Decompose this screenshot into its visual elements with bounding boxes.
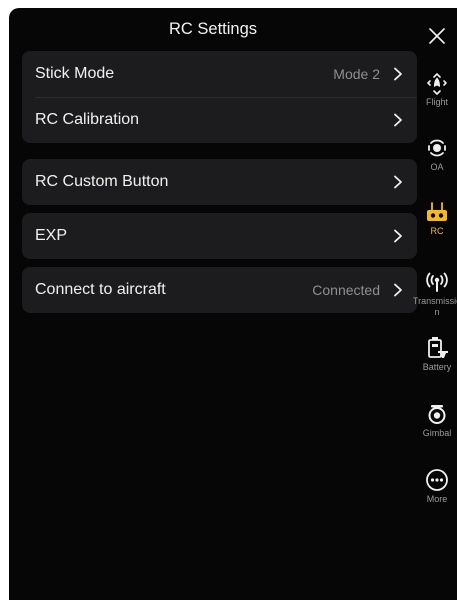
sidebar-label-rc: RC xyxy=(430,226,444,236)
sidebar-item-oa[interactable]: OA xyxy=(417,135,457,173)
chevron-right-icon xyxy=(394,283,402,297)
battery-icon xyxy=(428,337,448,358)
sidebar-item-battery[interactable]: Battery xyxy=(417,335,457,373)
transmission-icon xyxy=(426,272,448,292)
sidebar-item-flight[interactable]: Flight xyxy=(417,70,457,108)
more-icon xyxy=(426,469,448,491)
sidebar-item-rc[interactable]: RC xyxy=(417,199,457,237)
settings-group-exp: EXP xyxy=(22,213,417,259)
sidebar-item-gimbal[interactable]: Gimbal xyxy=(417,401,457,439)
gimbal-icon xyxy=(428,405,446,424)
exp-row[interactable]: EXP xyxy=(22,213,417,259)
connect-to-aircraft-label: Connect to aircraft xyxy=(35,281,166,298)
stick-mode-value: Mode 2 xyxy=(333,66,380,82)
rc-custom-button-row[interactable]: RC Custom Button xyxy=(22,159,417,205)
sidebar-label-oa: OA xyxy=(430,162,444,172)
rc-custom-button-label: RC Custom Button xyxy=(35,173,169,190)
close-button[interactable] xyxy=(417,16,457,56)
close-icon xyxy=(429,28,445,44)
rc-calibration-row[interactable]: RC Calibration xyxy=(22,97,417,143)
stick-mode-row[interactable]: Stick Mode Mode 2 xyxy=(22,51,417,97)
sidebar-label-gimbal: Gimbal xyxy=(422,428,452,438)
settings-group-connect: Connect to aircraft Connected xyxy=(22,267,417,313)
settings-group-stick: Stick Mode Mode 2 RC Calibration xyxy=(22,51,417,143)
sidebar-label-transmission: Transmission xyxy=(412,296,457,317)
chevron-right-icon xyxy=(394,113,402,127)
rc-calibration-label: RC Calibration xyxy=(35,111,140,128)
exp-label: EXP xyxy=(35,227,68,244)
stick-mode-label: Stick Mode xyxy=(35,65,115,82)
flight-icon xyxy=(427,73,447,95)
sidebar-label-more: More xyxy=(426,494,448,504)
connection-status: Connected xyxy=(312,282,380,298)
remote-controller-icon xyxy=(427,202,447,221)
sidebar-label-flight: Flight xyxy=(425,97,448,107)
sidebar-item-more[interactable]: More xyxy=(417,467,457,505)
chevron-right-icon xyxy=(394,229,402,243)
sidebar-item-transmission[interactable]: Transmission xyxy=(413,269,457,318)
settings-group-custom-button: RC Custom Button xyxy=(22,159,417,205)
settings-panel: RC Settings Stick Mode Mode 2 RC Calibra… xyxy=(9,8,457,600)
sidebar-label-battery: Battery xyxy=(422,362,452,372)
chevron-right-icon xyxy=(394,175,402,189)
obstacle-avoidance-icon xyxy=(428,139,446,157)
chevron-right-icon xyxy=(394,67,402,81)
connect-to-aircraft-row[interactable]: Connect to aircraft Connected xyxy=(22,267,417,313)
page-title: RC Settings xyxy=(168,20,258,38)
